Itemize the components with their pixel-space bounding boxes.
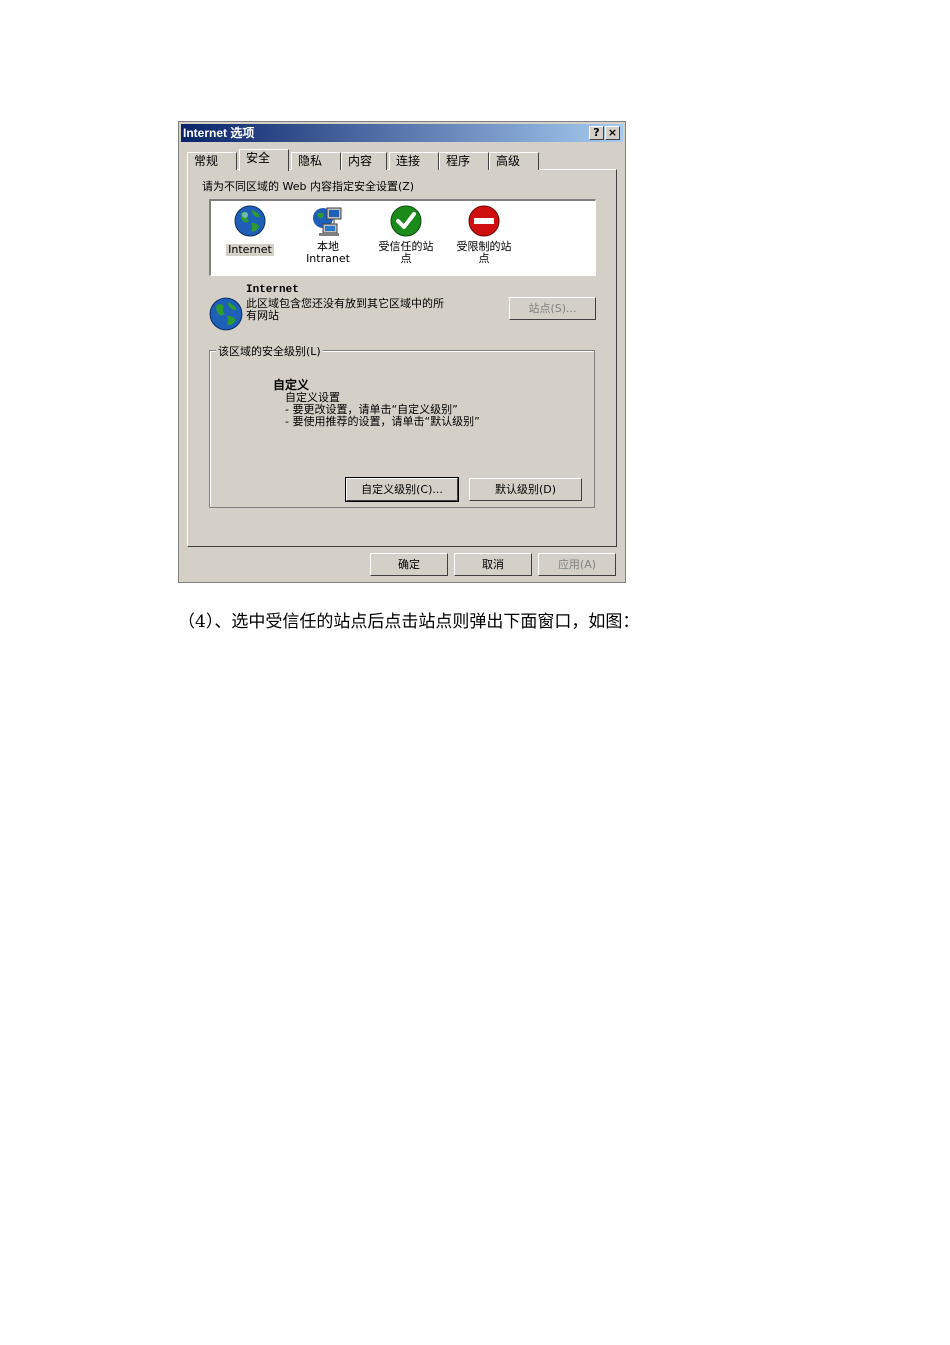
tab-content[interactable]: 内容 xyxy=(341,152,387,170)
selected-zone-globe-icon xyxy=(209,297,243,331)
custom-level-button[interactable]: 自定义级别(C)... xyxy=(345,477,459,502)
zone-restricted-sites[interactable]: 受限制的站 点 xyxy=(447,204,521,265)
network-computer-icon xyxy=(313,207,342,236)
selected-zone-name: Internet xyxy=(246,284,299,296)
zone-label-internet: Internet xyxy=(226,243,274,256)
tab-connections[interactable]: 连接 xyxy=(389,152,439,170)
dialog-title: Internet 选项 xyxy=(183,126,255,140)
close-button[interactable]: × xyxy=(605,126,620,140)
tab-privacy[interactable]: 隐私 xyxy=(291,152,341,170)
default-level-button[interactable]: 默认级别(D) xyxy=(469,478,582,501)
tab-programs[interactable]: 程序 xyxy=(439,152,489,170)
ok-button[interactable]: 确定 xyxy=(370,553,448,576)
zone-prompt: 请为不同区域的 Web 内容指定安全设置(Z) xyxy=(202,180,415,193)
green-check-icon xyxy=(390,205,422,237)
zone-label-restricted-sites: 受限制的站 点 xyxy=(456,240,512,265)
document-caption: （4）、选中受信任的站点后点击站点则弹出下面窗口，如图： xyxy=(178,612,640,632)
tab-advanced[interactable]: 高级 xyxy=(489,152,539,170)
zone-internet[interactable]: Internet xyxy=(213,204,287,257)
security-level-group-label: 该区域的安全级别(L) xyxy=(216,343,323,359)
globe-icon xyxy=(234,205,266,237)
zone-label-local-intranet: 本地 Intranet xyxy=(306,240,350,265)
tab-general[interactable]: 常规 xyxy=(187,152,237,170)
level-desc-line: - 要使用推荐的设置，请单击“默认级别” xyxy=(285,415,480,428)
cancel-button[interactable]: 取消 xyxy=(454,553,532,576)
zone-list[interactable]: Internet 本地 Intranet 受信任的站 点 受限制的站 点 xyxy=(209,199,596,276)
tab-security[interactable]: 安全 xyxy=(239,149,289,171)
zone-trusted-sites[interactable]: 受信任的站 点 xyxy=(369,204,443,265)
selected-zone-description: 此区域包含您还没有放到其它区域中的所有网站 xyxy=(246,297,444,322)
zone-label-trusted-sites: 受信任的站 点 xyxy=(378,240,434,265)
sites-button[interactable]: 站点(S)... xyxy=(509,297,596,320)
title-bar[interactable]: Internet 选项 ? × xyxy=(181,124,623,142)
apply-button[interactable]: 应用(A) xyxy=(538,553,616,576)
zone-local-intranet[interactable]: 本地 Intranet xyxy=(291,204,365,265)
security-level-description: 自定义设置 - 要更改设置，请单击“自定义级别” - 要使用推荐的设置，请单击“… xyxy=(285,392,480,428)
help-button[interactable]: ? xyxy=(589,126,604,140)
internet-options-dialog: Internet 选项 ? × 常规 安全 隐私 内容 连接 程序 高级 请为不… xyxy=(178,121,626,583)
red-no-entry-icon xyxy=(468,205,500,237)
